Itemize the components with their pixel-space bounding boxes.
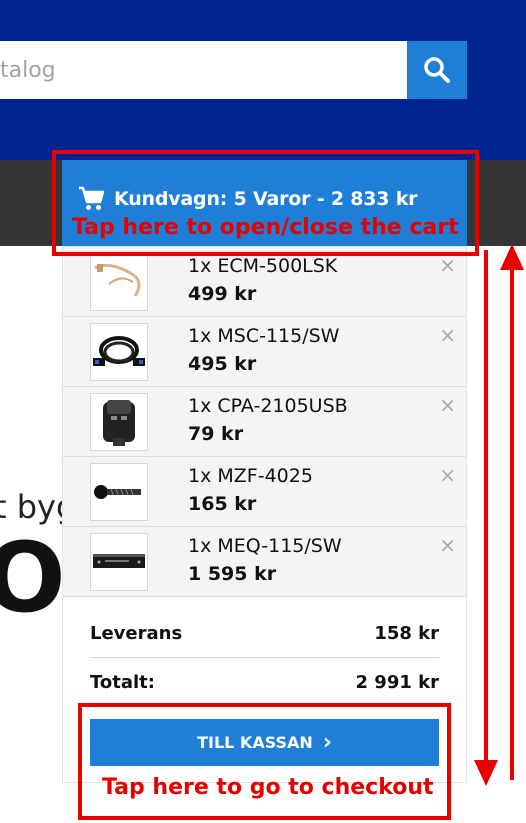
rack-equalizer-image [93,554,145,568]
total-row: Totalt: 2 991 kr [90,658,439,706]
usb-car-charger-image [103,400,135,446]
remove-item-icon[interactable]: × [439,395,456,415]
remove-item-icon[interactable]: × [439,465,456,485]
product-thumbnail [90,323,148,381]
annotation-arrows [474,244,524,786]
remove-item-icon[interactable]: × [439,325,456,345]
item-price: 165 kr [188,493,257,515]
product-thumbnail [90,463,148,521]
item-name: 1x MSC-115/SW [188,325,340,347]
totals-block: Leverans 158 kr Totalt: 2 991 kr [90,609,439,706]
product-thumbnail [90,393,148,451]
remove-item-icon[interactable]: × [439,255,456,275]
total-label: Totalt: [90,671,155,693]
shipping-label: Leverans [90,622,183,644]
annotation-open-close-text: Tap here to open/close the cart [72,215,459,240]
site-header [0,0,526,160]
arrow-down-icon [474,760,498,786]
product-thumbnail [90,253,148,311]
item-name: 1x CPA-2105USB [188,395,348,417]
search-input[interactable] [0,41,407,99]
item-price: 79 kr [188,423,244,445]
item-price: 495 kr [188,353,257,375]
product-thumbnail [90,533,148,591]
item-price: 1 595 kr [188,563,277,585]
shipping-value: 158 kr [374,622,439,644]
item-name: 1x MEQ-115/SW [188,535,342,557]
page-heading-fragment: O [0,522,66,634]
search-icon [424,57,450,83]
arrow-up-icon [500,244,524,270]
speaker-cable-image [93,336,145,366]
item-name: 1x ECM-500LSK [188,255,338,277]
cart-item: 1x CPA-2105USB 79 kr × [63,387,466,457]
shipping-row: Leverans 158 kr [90,609,439,658]
annotation-box-cart-toggle [52,150,479,256]
mounting-screw-image [94,485,141,499]
total-value: 2 991 kr [355,671,439,693]
cart-item: 1x MZF-4025 165 kr × [63,457,466,527]
search-button[interactable] [407,41,467,99]
cart-item: 1x MSC-115/SW 495 kr × [63,317,466,387]
annotation-box-checkout [78,703,451,820]
headset-microphone-image [94,263,141,297]
cart-item: 1x MEQ-115/SW 1 595 kr × [63,527,466,597]
item-name: 1x MZF-4025 [188,465,313,487]
item-price: 499 kr [188,283,257,305]
annotation-checkout-text: Tap here to go to checkout [102,775,434,800]
remove-item-icon[interactable]: × [439,535,456,555]
cart-item: 1x ECM-500LSK 499 kr × [63,247,466,317]
